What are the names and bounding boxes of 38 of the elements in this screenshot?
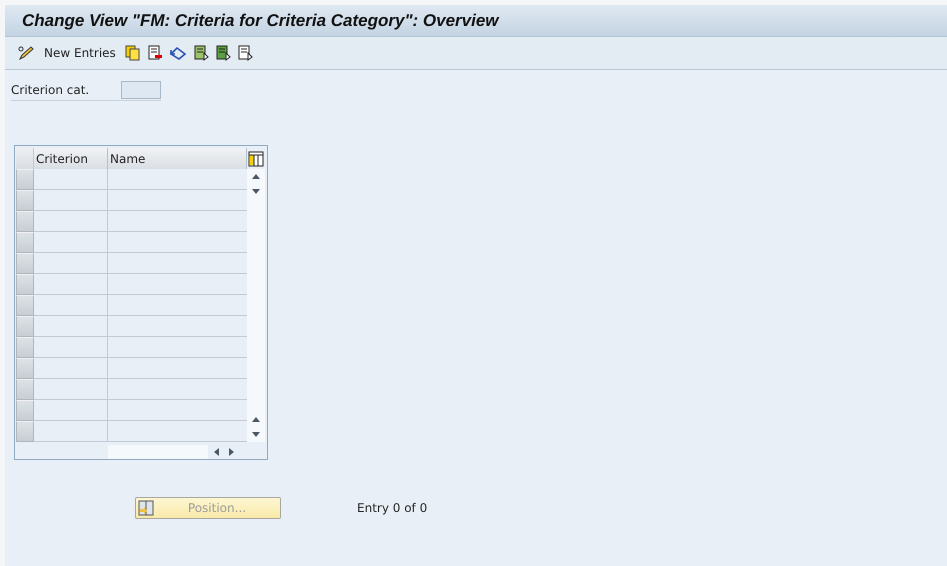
scroll-left-icon[interactable] <box>212 446 222 456</box>
row-selector[interactable] <box>16 253 34 274</box>
criterion-category-field[interactable] <box>121 81 161 99</box>
row-selector[interactable] <box>16 421 34 442</box>
select-all-corner[interactable] <box>16 148 34 169</box>
entry-count: Entry 0 of 0 <box>357 501 428 515</box>
row-selector[interactable] <box>16 274 34 295</box>
select-block-icon[interactable] <box>214 45 231 61</box>
undo-icon[interactable] <box>168 45 187 61</box>
new-entries-button[interactable]: New Entries <box>41 42 119 64</box>
window-title: Change View "FM: Criteria for Criteria Category": Overview <box>5 5 947 37</box>
column-header[interactable]: Name <box>108 148 247 169</box>
delete-icon[interactable] <box>146 45 163 61</box>
row-selector[interactable] <box>16 211 34 232</box>
field-label: Criterion cat. <box>11 83 90 97</box>
copy-icon[interactable] <box>124 45 141 61</box>
pencil-icon[interactable] <box>17 45 35 61</box>
scroll-down-icon[interactable] <box>251 429 261 439</box>
row-selector[interactable] <box>16 295 34 316</box>
horizontal-scrollbar[interactable] <box>108 444 208 458</box>
scroll-right-icon[interactable] <box>226 446 236 456</box>
row-selector[interactable] <box>16 358 34 379</box>
scroll-down-icon[interactable] <box>251 186 261 196</box>
column-header[interactable]: Criterion <box>34 148 108 169</box>
row-selector[interactable] <box>16 169 34 190</box>
row-selector[interactable] <box>16 190 34 211</box>
select-all-icon[interactable] <box>192 45 209 61</box>
position-icon <box>138 500 154 516</box>
row-selector[interactable] <box>16 379 34 400</box>
row-selector[interactable] <box>16 400 34 421</box>
column-settings-icon[interactable] <box>248 150 264 166</box>
row-selector[interactable] <box>16 232 34 253</box>
scroll-up-icon[interactable] <box>251 415 261 425</box>
scroll-up-icon[interactable] <box>251 172 261 182</box>
row-selector[interactable] <box>16 316 34 337</box>
row-selector[interactable] <box>16 337 34 358</box>
vertical-scrollbar[interactable] <box>247 169 265 442</box>
deselect-icon[interactable] <box>236 45 253 61</box>
